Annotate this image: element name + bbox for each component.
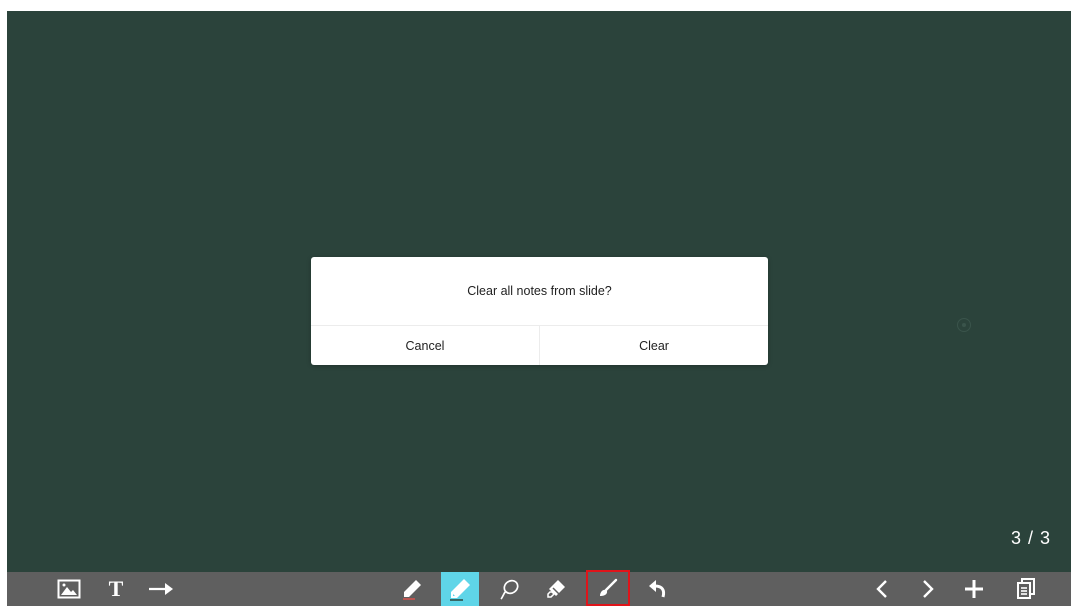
previous-page-button[interactable]: [864, 572, 900, 606]
undo-button[interactable]: [640, 572, 676, 606]
clear-brush-icon: [597, 577, 619, 599]
text-tool-icon: T: [108, 576, 124, 601]
arrow-tool-icon: [148, 582, 174, 596]
clear-button[interactable]: Clear: [539, 326, 768, 365]
page-list-button[interactable]: [1008, 572, 1044, 606]
lasso-tool-button[interactable]: [491, 572, 527, 606]
eraser-icon: [545, 578, 567, 600]
previous-page-icon: [875, 579, 889, 599]
insert-image-button[interactable]: [51, 572, 87, 606]
highlighter-icon: [448, 577, 472, 601]
image-icon: [57, 579, 81, 599]
text-tool-button[interactable]: T: [98, 572, 134, 606]
page-counter: 3 / 3: [1010, 528, 1051, 548]
add-page-icon: [964, 579, 984, 599]
bottom-toolbar: T: [7, 570, 1071, 606]
next-page-button[interactable]: [910, 572, 946, 606]
pen-tool-button[interactable]: [394, 572, 430, 606]
dialog-button-row: Cancel Clear: [311, 326, 768, 365]
cancel-button[interactable]: Cancel: [311, 326, 539, 365]
next-page-icon: [921, 579, 935, 599]
dialog-message: Clear all notes from slide?: [311, 257, 768, 326]
add-page-button[interactable]: [956, 572, 992, 606]
clear-notes-dialog: Clear all notes from slide? Cancel Clear: [311, 257, 768, 365]
whiteboard-screen: 3 / 3 Clear all notes from slide? Cancel…: [7, 11, 1071, 606]
undo-icon: [647, 579, 669, 599]
highlighter-tool-button[interactable]: [441, 572, 479, 606]
page-list-icon: [1016, 578, 1036, 600]
lasso-icon: [498, 578, 520, 600]
arrow-tool-button[interactable]: [143, 572, 179, 606]
clear-all-button[interactable]: [586, 570, 630, 606]
eraser-tool-button[interactable]: [538, 572, 574, 606]
pen-icon: [401, 578, 423, 600]
pointer-indicator: [957, 318, 971, 332]
